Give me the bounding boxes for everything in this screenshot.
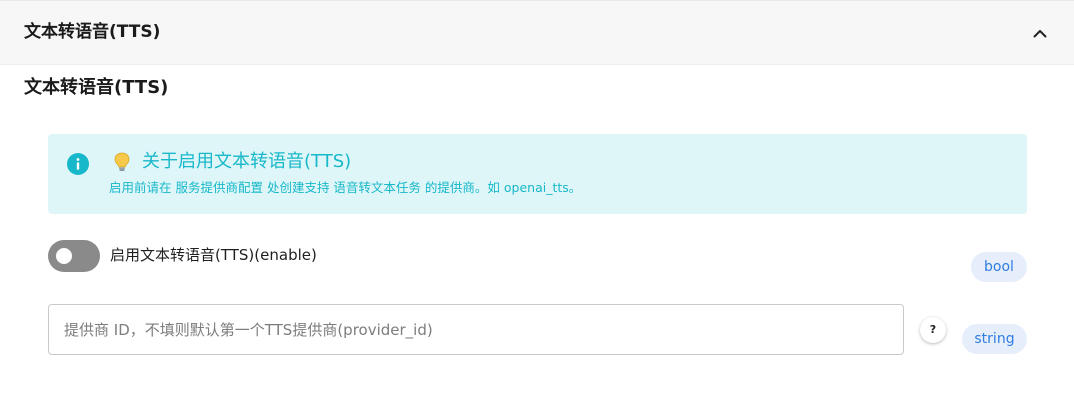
panel-title: 文本转语音(TTS): [24, 22, 161, 42]
alert-title-row: 关于启用文本转语音(TTS): [113, 150, 351, 174]
info-icon: [67, 153, 89, 175]
info-alert: 关于启用文本转语音(TTS) 启用前请在 服务提供商配置 处创建支持 语音转文本…: [48, 134, 1027, 214]
bool-type-badge: bool: [971, 252, 1027, 282]
enable-tts-toggle[interactable]: [48, 240, 100, 272]
alert-text: 启用前请在 服务提供商配置 处创建支持 语音转文本任务 的提供商。如 opena…: [109, 180, 582, 195]
enable-tts-label: 启用文本转语音(TTS)(enable): [110, 246, 317, 264]
string-type-badge: string: [962, 324, 1027, 354]
toggle-knob: [56, 248, 72, 264]
chevron-up-icon[interactable]: [1028, 21, 1052, 45]
tts-settings-panel: 文本转语音(TTS) 文本转语音(TTS) 关于启用文本转语音(TTS) 启用前…: [0, 0, 1074, 401]
provider-id-input[interactable]: [48, 304, 904, 355]
help-button[interactable]: ?: [920, 317, 946, 343]
lightbulb-icon: [113, 152, 131, 172]
alert-title: 关于启用文本转语音(TTS): [142, 151, 352, 172]
panel-header[interactable]: 文本转语音(TTS): [0, 1, 1074, 65]
section-title: 文本转语音(TTS): [24, 77, 169, 98]
